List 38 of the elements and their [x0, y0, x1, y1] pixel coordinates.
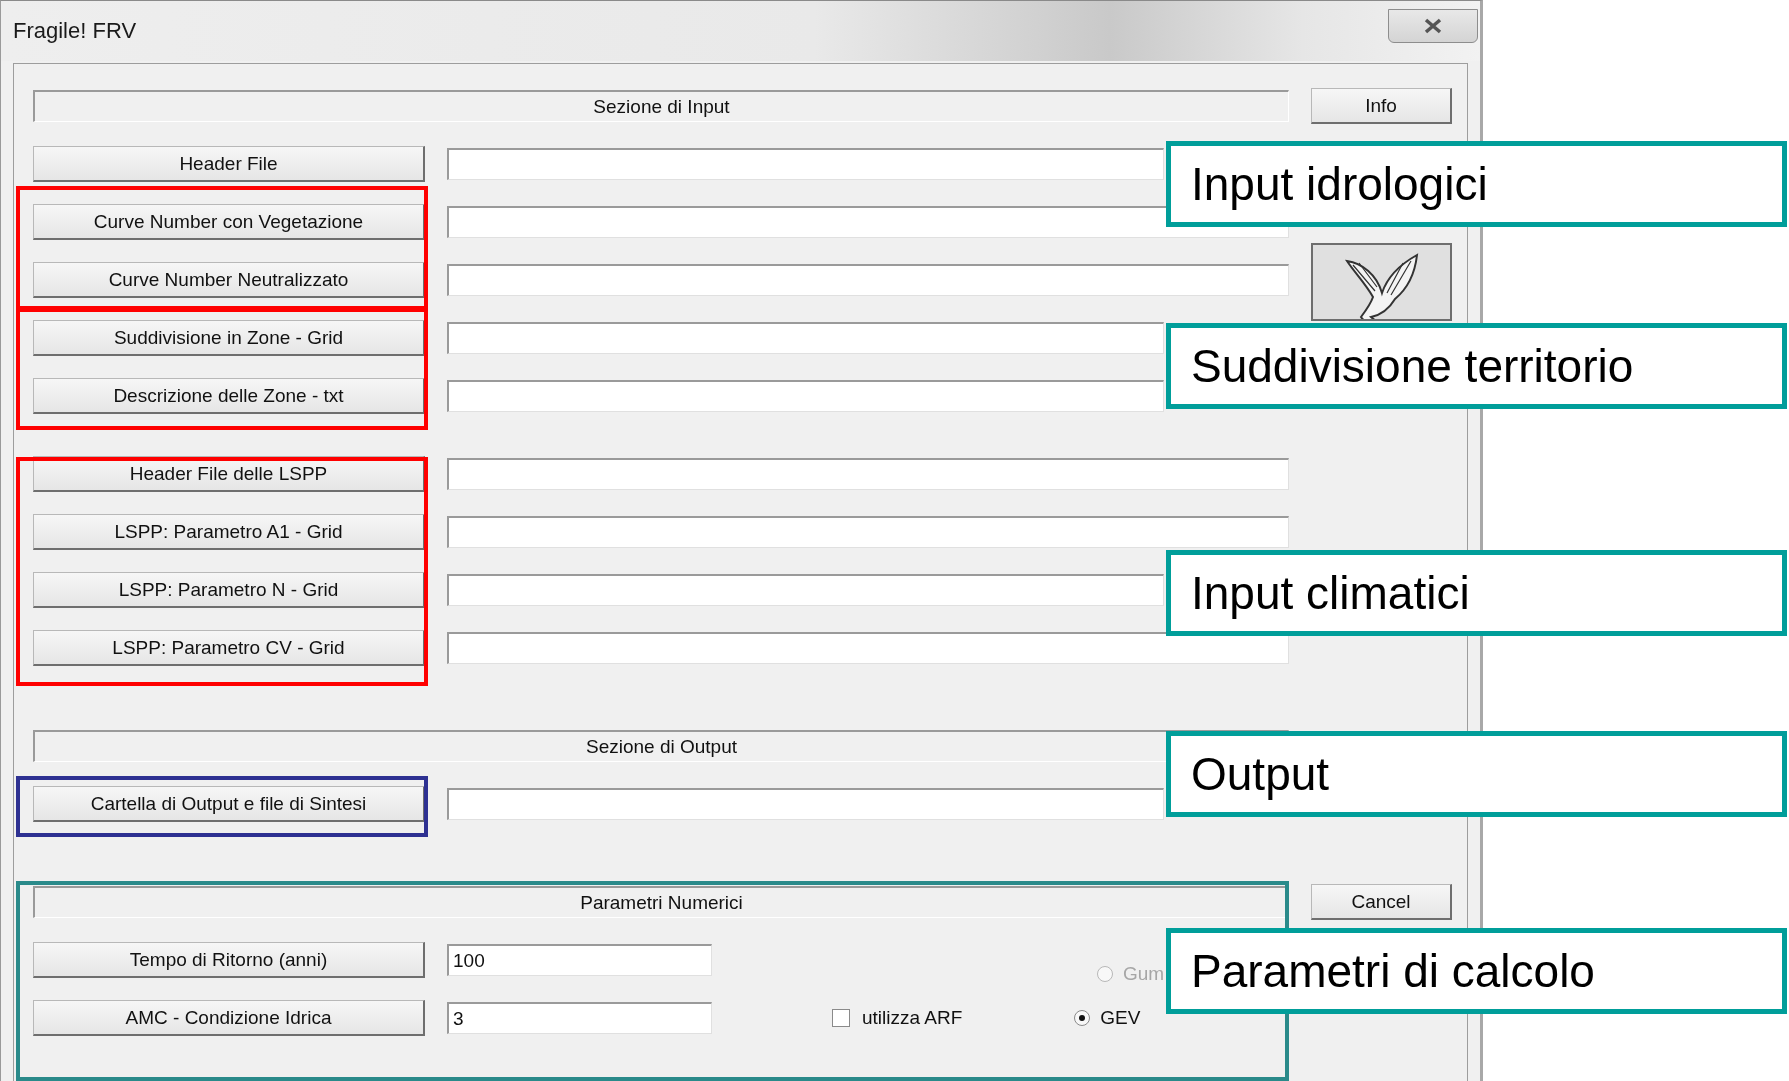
info-button[interactable]: Info: [1311, 88, 1452, 124]
radio-label: Gum: [1123, 963, 1165, 985]
file-button[interactable]: LSPP: Parametro A1 - Grid: [33, 514, 425, 550]
file-button[interactable]: LSPP: Parametro N - Grid: [33, 572, 425, 608]
file-button[interactable]: LSPP: Parametro CV - Grid: [33, 630, 425, 666]
cancel-button[interactable]: Cancel: [1311, 884, 1452, 920]
parameter-button[interactable]: AMC - Condizione Idrica: [33, 1000, 425, 1036]
path-field[interactable]: [447, 264, 1289, 296]
checkbox[interactable]: [832, 1009, 850, 1027]
annotation-callout: Parametri di calcolo: [1166, 928, 1787, 1014]
path-field[interactable]: [447, 516, 1289, 548]
file-button[interactable]: Cartella di Output e file di Sintesi: [33, 786, 425, 822]
file-button[interactable]: Suddivisione in Zone - Grid: [33, 320, 425, 356]
parameter-button[interactable]: Tempo di Ritorno (anni): [33, 942, 425, 978]
annotation-callout: Input climatici: [1166, 550, 1787, 636]
path-field[interactable]: [447, 380, 1164, 412]
radio-button[interactable]: [1074, 1010, 1091, 1026]
file-button[interactable]: Descrizione delle Zone - txt: [33, 378, 425, 414]
radio-label: GEV: [1100, 1007, 1141, 1029]
close-icon: [1423, 18, 1443, 34]
path-field[interactable]: [447, 322, 1164, 354]
logo-button[interactable]: [1311, 243, 1452, 321]
path-field[interactable]: [447, 632, 1289, 664]
section-header: Sezione di Input: [33, 90, 1289, 122]
file-button[interactable]: Header File: [33, 146, 425, 182]
file-button[interactable]: Curve Number Neutralizzato: [33, 262, 425, 298]
number-field[interactable]: 100: [447, 944, 712, 976]
annotation-callout: Input idrologici: [1166, 141, 1787, 227]
checkbox-label: utilizza ARF: [862, 1007, 963, 1029]
close-button[interactable]: [1388, 9, 1478, 43]
window-title: Fragile! FRV: [13, 18, 137, 44]
path-field[interactable]: [447, 148, 1164, 180]
path-field[interactable]: [447, 458, 1289, 490]
annotation-callout: Suddivisione territorio: [1166, 323, 1787, 409]
path-field[interactable]: [447, 574, 1164, 606]
path-field[interactable]: [447, 788, 1164, 820]
file-button[interactable]: Curve Number con Vegetazione: [33, 204, 425, 240]
number-field[interactable]: 3: [447, 1002, 712, 1034]
